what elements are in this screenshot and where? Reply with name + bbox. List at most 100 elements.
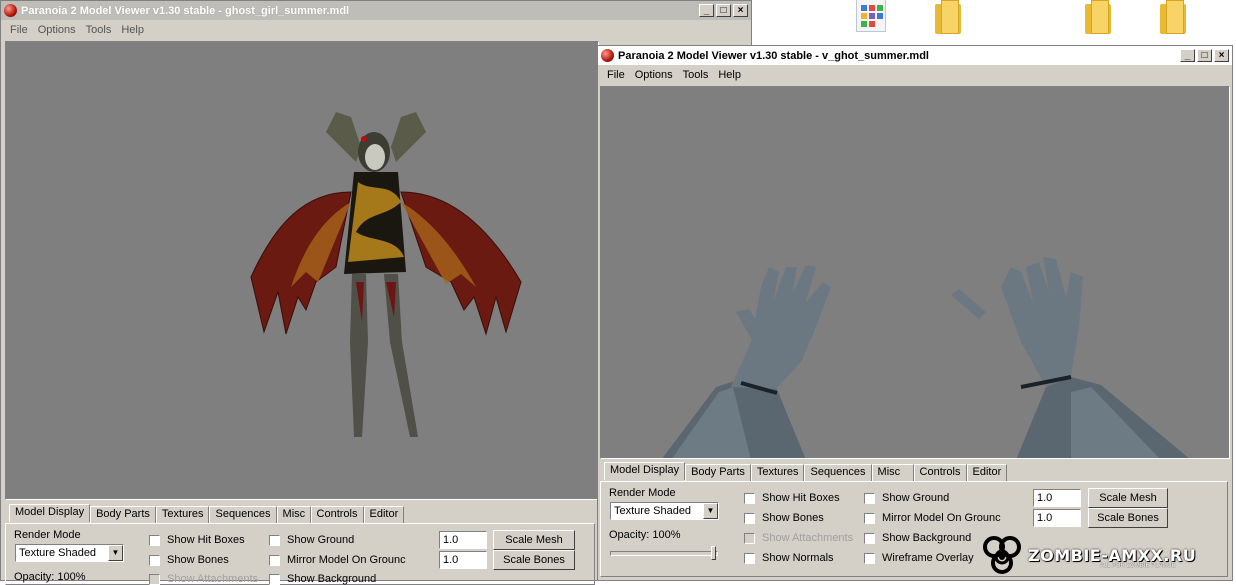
checkbox-box (149, 573, 160, 585)
opacity-slider[interactable] (610, 551, 718, 556)
tab-textures[interactable]: Textures (155, 506, 210, 524)
tab-model-display[interactable]: Model Display (604, 462, 686, 480)
render-mode-select[interactable]: Texture Shaded ▼ (15, 544, 124, 562)
checkbox-label: Show Background (882, 532, 972, 544)
minimize-button[interactable]: _ (1180, 49, 1195, 62)
wireframe-overlay-checkbox[interactable]: Wireframe Overlay (864, 552, 974, 564)
render-mode-label: Render Mode (609, 487, 676, 499)
show-ground-checkbox[interactable]: Show Ground (864, 492, 949, 504)
chevron-down-icon[interactable]: ▼ (703, 503, 718, 519)
tab-controls[interactable]: Controls (913, 464, 967, 482)
ghost-girl-model (250, 112, 522, 437)
tab-textures[interactable]: Textures (750, 464, 805, 482)
show-hit-boxes-checkbox[interactable]: Show Hit Boxes (744, 492, 840, 504)
render-mode-select[interactable]: Texture Shaded ▼ (610, 502, 719, 520)
title-bar[interactable]: Paranoia 2 Model Viewer v1.30 stable - v… (598, 46, 1232, 65)
mirror-model-checkbox[interactable]: Mirror Model On Grounc (269, 554, 406, 566)
checkbox-box[interactable] (744, 492, 755, 504)
scale-mesh-button[interactable]: Scale Mesh (1088, 488, 1168, 508)
tab-misc[interactable]: Misc (276, 506, 311, 524)
menu-bar: File Options Tools Help (598, 65, 1232, 84)
scale-bones-input[interactable]: 1.0 (439, 551, 487, 569)
scale-mesh-input[interactable]: 1.0 (1033, 489, 1081, 507)
checkbox-box[interactable] (149, 534, 160, 546)
checkbox-label: Show Attachments (762, 532, 854, 544)
show-hit-boxes-checkbox[interactable]: Show Hit Boxes (149, 534, 245, 546)
tab-misc[interactable]: Misc (871, 464, 914, 482)
model-viewer-window-2[interactable]: Paranoia 2 Model Viewer v1.30 stable - v… (597, 45, 1233, 581)
show-attachments-checkbox: Show Attachments (149, 573, 258, 585)
scale-mesh-input[interactable]: 1.0 (439, 531, 487, 549)
maximize-button[interactable]: □ (716, 4, 731, 17)
maximize-button[interactable]: □ (1197, 49, 1212, 62)
3d-viewport[interactable] (600, 86, 1230, 459)
minimize-button[interactable]: _ (699, 4, 714, 17)
checkbox-box[interactable] (864, 512, 875, 524)
checkbox-label: Wireframe Overlay (882, 552, 974, 564)
checkbox-box[interactable] (269, 554, 280, 566)
checkbox-label: Mirror Model On Grounc (882, 512, 1001, 524)
checkbox-box[interactable] (744, 512, 755, 524)
menu-options[interactable]: Options (33, 24, 81, 36)
show-bones-checkbox[interactable]: Show Bones (149, 554, 229, 566)
checkbox-box (744, 532, 755, 544)
show-attachments-checkbox: Show Attachments (744, 532, 853, 544)
show-background-checkbox[interactable]: Show Background (269, 573, 376, 585)
folder-icon[interactable] (1085, 0, 1111, 36)
scale-bones-button[interactable]: Scale Bones (1088, 508, 1168, 528)
tab-body-parts[interactable]: Body Parts (90, 506, 156, 524)
scale-bones-input[interactable]: 1.0 (1033, 509, 1081, 527)
tab-model-display[interactable]: Model Display (9, 504, 91, 522)
render-mode-label: Render Mode (14, 529, 81, 541)
show-ground-checkbox[interactable]: Show Ground (269, 534, 354, 546)
menu-file[interactable]: File (5, 24, 33, 36)
mirror-model-checkbox[interactable]: Mirror Model On Grounc (864, 512, 1001, 524)
folder-icon[interactable] (1160, 0, 1186, 36)
checkbox-label: Mirror Model On Grounc (287, 554, 406, 566)
desktop (752, 0, 1236, 44)
title-bar[interactable]: Paranoia 2 Model Viewer v1.30 stable - g… (1, 1, 751, 20)
menu-tools[interactable]: Tools (81, 24, 117, 36)
show-normals-checkbox[interactable]: Show Normals (744, 552, 834, 564)
checkbox-label: Show Hit Boxes (167, 534, 245, 546)
window-title: Paranoia 2 Model Viewer v1.30 stable - g… (21, 4, 350, 17)
menu-bar: File Options Tools Help (1, 20, 751, 39)
checkbox-box[interactable] (864, 532, 875, 544)
tab-strip: Model Display Body Parts Textures Sequen… (604, 462, 1008, 482)
tab-controls[interactable]: Controls (310, 506, 364, 524)
menu-help[interactable]: Help (116, 24, 149, 36)
menu-options[interactable]: Options (630, 69, 678, 81)
menu-file[interactable]: File (602, 69, 630, 81)
app-icon (601, 49, 614, 62)
chevron-down-icon[interactable]: ▼ (108, 545, 123, 561)
tab-editor[interactable]: Editor (363, 506, 405, 524)
app-icon (4, 4, 17, 17)
scale-mesh-button[interactable]: Scale Mesh (493, 530, 575, 550)
checkbox-box[interactable] (864, 492, 875, 504)
menu-tools[interactable]: Tools (678, 69, 714, 81)
site-watermark: ZOMBIE-AMXX.RU ALL FOR ZOMBIE PLAGUE (980, 533, 1220, 577)
tab-sequences[interactable]: Sequences (209, 506, 277, 524)
tab-body-parts[interactable]: Body Parts (685, 464, 751, 482)
show-bones-checkbox[interactable]: Show Bones (744, 512, 824, 524)
window-title: Paranoia 2 Model Viewer v1.30 stable - v… (618, 49, 929, 62)
checkbox-box[interactable] (149, 554, 160, 566)
show-background-checkbox[interactable]: Show Background (864, 532, 971, 544)
checkbox-box[interactable] (744, 552, 755, 564)
checkbox-box[interactable] (269, 534, 280, 546)
control-panel-icon[interactable] (856, 0, 886, 32)
tab-editor[interactable]: Editor (966, 464, 1008, 482)
menu-help[interactable]: Help (713, 69, 746, 81)
close-button[interactable]: × (733, 4, 748, 17)
scale-bones-button[interactable]: Scale Bones (493, 550, 575, 570)
3d-viewport[interactable] (5, 41, 599, 500)
checkbox-label: Show Ground (882, 492, 950, 504)
opacity-slider-thumb[interactable] (711, 546, 716, 560)
checkbox-label: Show Ground (287, 534, 355, 546)
close-button[interactable]: × (1214, 49, 1229, 62)
tab-sequences[interactable]: Sequences (804, 464, 872, 482)
checkbox-box[interactable] (864, 552, 875, 564)
folder-icon[interactable] (935, 0, 961, 36)
opacity-label: Opacity: 100% (609, 529, 681, 541)
checkbox-box[interactable] (269, 573, 280, 585)
